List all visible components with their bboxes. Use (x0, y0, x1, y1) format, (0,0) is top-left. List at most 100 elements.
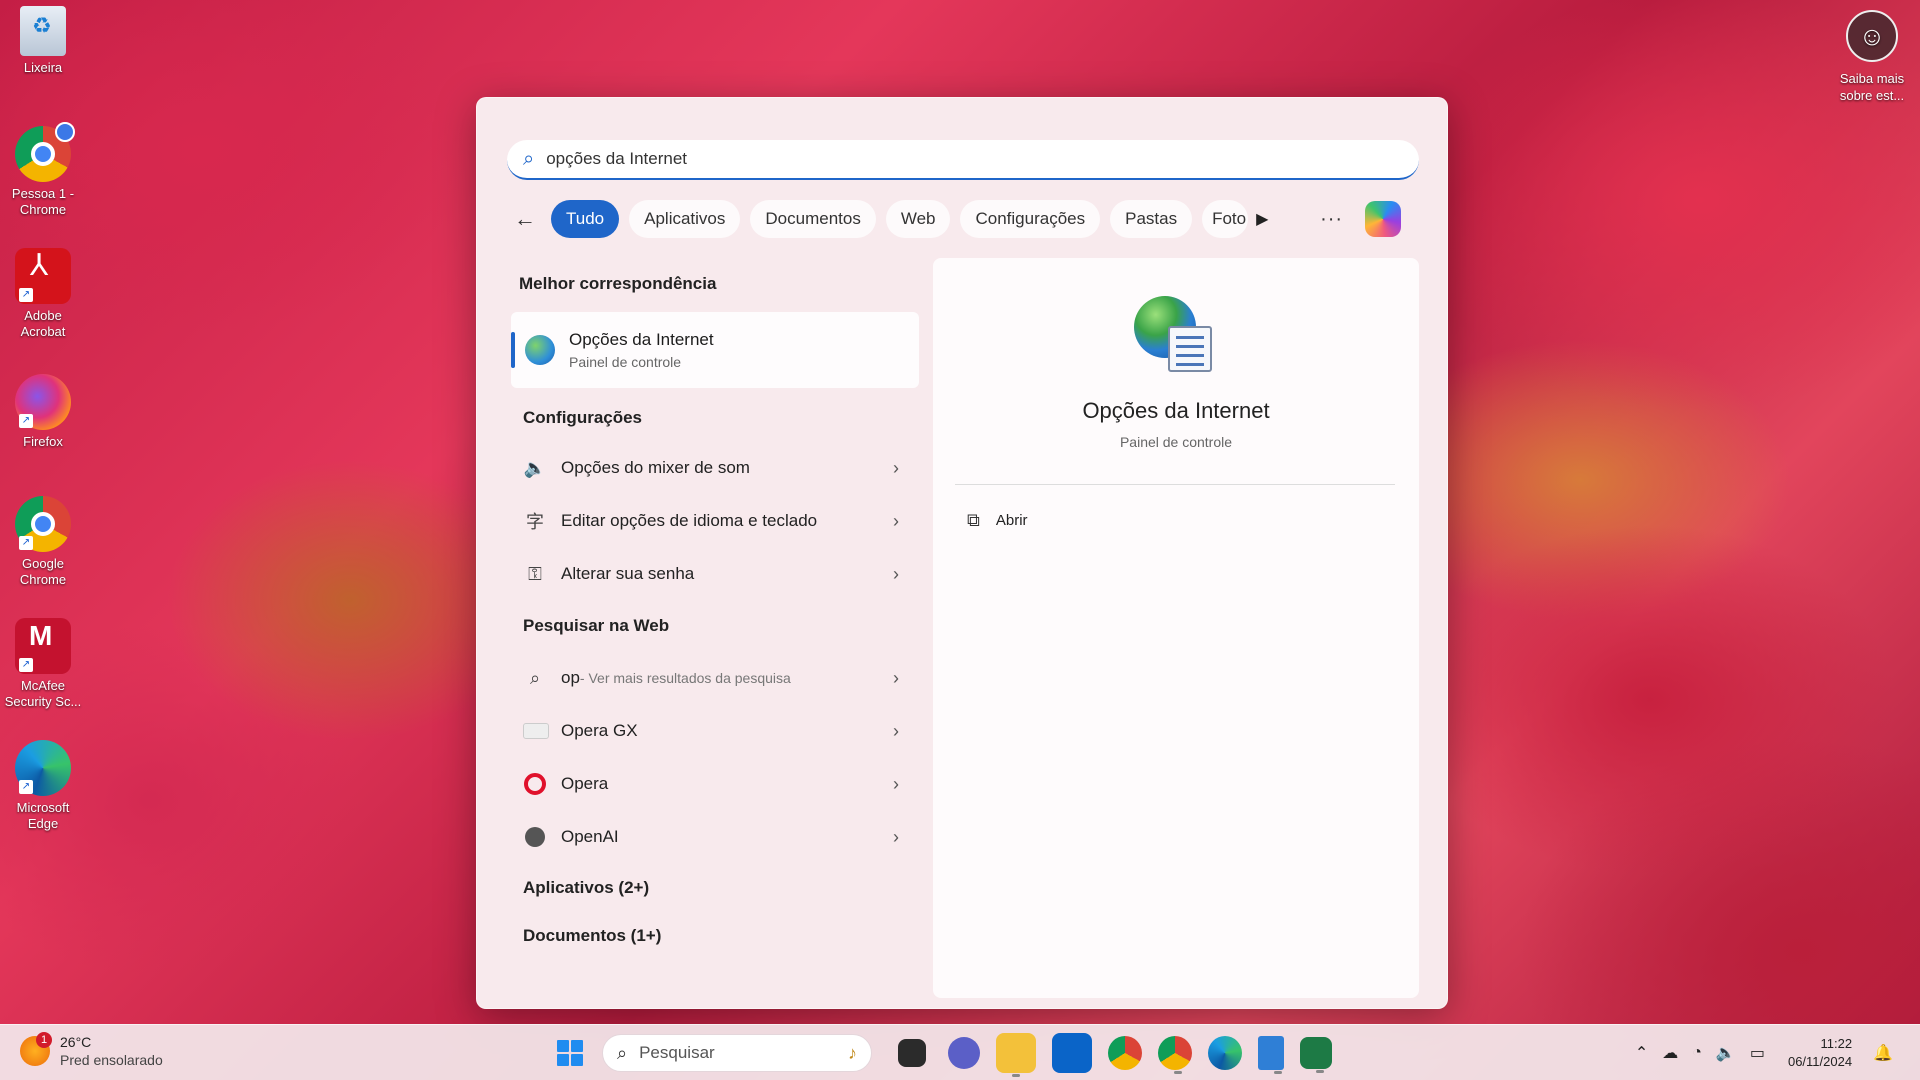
best-match-title: Opções da Internet (569, 330, 714, 349)
chrome-profile-icon[interactable] (1158, 1036, 1192, 1074)
result-label: Alterar sua senha (561, 564, 695, 583)
result-change-password[interactable]: ⚿ Alterar sua senha › (523, 550, 919, 598)
result-language-keyboard[interactable]: 字 Editar opções de idioma e teclado › (523, 497, 919, 545)
notification-bell-icon[interactable]: 🔔 (1873, 1043, 1893, 1063)
filter-fotos[interactable]: Foto (1202, 200, 1249, 238)
chevron-up-icon[interactable]: ⌃ (1635, 1043, 1648, 1063)
opera-gx-icon (523, 723, 549, 739)
desktop-icon-adobe-acrobat[interactable]: ⅄ ↗ Adobe Acrobat (4, 248, 82, 340)
battery-icon[interactable]: ▭ (1750, 1043, 1765, 1063)
result-openai[interactable]: OpenAI › (523, 813, 919, 861)
result-label: Editar opções de idioma e teclado (561, 511, 818, 530)
weather-condition: Pred ensolarado (60, 1052, 163, 1068)
start-search-panel: ⌕ ← Tudo Aplicativos Documentos Web Conf… (476, 97, 1448, 1009)
key-icon: ⚿ (528, 563, 542, 584)
clock-date: 06/11/2024 (1787, 1054, 1853, 1069)
search-input[interactable] (546, 149, 1367, 169)
chevron-right-icon: › (893, 720, 899, 741)
sun-icon: 1 (20, 1032, 52, 1066)
result-label: Opções do mixer de som (561, 458, 750, 477)
chevron-right-icon: › (893, 826, 899, 847)
result-opera[interactable]: Opera › (523, 760, 919, 808)
onedrive-icon[interactable]: ☁ (1662, 1043, 1678, 1063)
filter-row: ← Tudo Aplicativos Documentos Web Config… (507, 200, 1427, 238)
chrome-icon[interactable] (1108, 1036, 1142, 1070)
settings-heading: Configurações (523, 408, 643, 427)
apps-heading[interactable]: Aplicativos (2+) (523, 878, 649, 898)
best-match-subtitle: Painel de controle (569, 354, 682, 370)
file-explorer-icon[interactable] (996, 1033, 1036, 1077)
opera-icon (524, 773, 546, 795)
filter-documentos[interactable]: Documentos (750, 200, 876, 238)
wifi-icon[interactable]: ◔ (1692, 1044, 1702, 1062)
desktop-icon-label: Microsoft Edge (16, 800, 70, 831)
copilot-icon[interactable] (1365, 201, 1402, 237)
learn-more-line1: Saiba mais (1839, 71, 1905, 86)
chrome-profile-icon (15, 122, 75, 182)
speaker-icon: 🔈 (523, 457, 547, 478)
result-web-search[interactable]: ⌕ op - Ver mais resultados da pesquisa › (523, 654, 919, 702)
documents-heading[interactable]: Documentos (1+) (523, 926, 661, 946)
weather-widget[interactable]: 1 26°C Pred ensolarado (20, 1032, 163, 1069)
desktop-icon-microsoft-edge[interactable]: ↗ Microsoft Edge (4, 740, 82, 832)
search-icon: ⌕ (617, 1042, 628, 1063)
taskbar-apps: ⌕ Pesquisar ♪ (550, 1033, 1340, 1077)
result-opera-gx[interactable]: Opera GX › (523, 707, 919, 755)
windows-logo-icon (557, 1040, 583, 1066)
learn-more-widget[interactable]: ☺ Saiba mais sobre est... (1832, 10, 1912, 104)
open-action[interactable]: ⧉ Abrir (967, 510, 1028, 531)
firefox-icon: ↗ (15, 374, 71, 430)
taskbar-search[interactable]: ⌕ Pesquisar ♪ (602, 1034, 872, 1072)
outlook-icon[interactable] (1052, 1033, 1092, 1073)
clock[interactable]: 11:22 06/11/2024 (1788, 1035, 1852, 1071)
open-action-label: Abrir (995, 512, 1028, 529)
chevron-right-icon: › (893, 667, 899, 688)
recycle-bin-icon: ♻ (20, 6, 66, 56)
adobe-acrobat-icon: ⅄ ↗ (15, 248, 71, 304)
desktop-icon-recycle-bin[interactable]: ♻ Lixeira (4, 6, 82, 76)
preview-subtitle: Painel de controle (1119, 434, 1233, 450)
teams-chat-icon[interactable] (948, 1037, 980, 1069)
desktop-icon-firefox[interactable]: ↗ Firefox (4, 374, 82, 450)
mcafee-icon: M ↗ (15, 618, 71, 674)
volume-icon[interactable]: 🔈 (1716, 1043, 1736, 1063)
weather-temp: 26°C (60, 1034, 92, 1050)
result-label: Opera GX (561, 721, 638, 740)
desktop-icon-label: Firefox (23, 434, 63, 449)
filter-aplicativos[interactable]: Aplicativos (629, 200, 741, 238)
excel-icon[interactable] (1300, 1037, 1332, 1073)
shortcut-arrow-icon: ↗ (19, 780, 33, 794)
desktop-icon-google-chrome[interactable]: ↗ Google Chrome (4, 496, 82, 588)
shortcut-arrow-icon: ↗ (19, 288, 33, 302)
filter-web[interactable]: Web (885, 200, 951, 238)
result-sound-mixer[interactable]: 🔈 Opções do mixer de som › (523, 444, 919, 492)
desktop-icon-label: Lixeira (23, 60, 63, 75)
filter-tudo[interactable]: Tudo (551, 200, 620, 238)
search-box[interactable]: ⌕ (507, 140, 1419, 180)
filter-pastas[interactable]: Pastas (1110, 200, 1193, 238)
more-options-button[interactable]: ··· (1320, 208, 1343, 231)
chevron-right-icon: › (893, 457, 899, 478)
edge-icon[interactable] (1208, 1036, 1242, 1070)
search-highlight-icon: ♪ (848, 1042, 857, 1063)
notepad-icon[interactable] (1258, 1036, 1284, 1074)
chevron-right-icon: › (893, 510, 899, 531)
learn-more-line2: sobre est... (1839, 88, 1905, 103)
start-button[interactable] (550, 1033, 590, 1073)
taskbar: 1 26°C Pred ensolarado ⌕ Pesquisar ♪ ⌃ ☁… (0, 1024, 1920, 1080)
best-match-item[interactable]: Opções da Internet Painel de controle (511, 312, 919, 388)
scroll-right-icon[interactable]: ▶ (1256, 209, 1276, 229)
filter-configuracoes[interactable]: Configurações (960, 200, 1101, 238)
desktop-icon-chrome-profile[interactable]: Pessoa 1 - Chrome (4, 122, 82, 218)
search-icon: ⌕ (529, 667, 541, 688)
task-view-icon[interactable] (898, 1039, 926, 1067)
web-hint: - Ver mais resultados da pesquisa (579, 670, 791, 686)
best-match-heading: Melhor correspondência (519, 274, 717, 293)
shortcut-arrow-icon: ↗ (19, 414, 33, 428)
preview-title: Opções da Internet (1082, 398, 1270, 423)
desktop-icon-mcafee[interactable]: M ↗ McAfee Security Sc... (4, 618, 82, 710)
edge-icon: ↗ (15, 740, 71, 796)
internet-options-large-icon (1134, 296, 1214, 376)
desktop-icon-label: Adobe Acrobat (20, 308, 66, 339)
back-arrow-icon[interactable]: ← (507, 201, 543, 237)
